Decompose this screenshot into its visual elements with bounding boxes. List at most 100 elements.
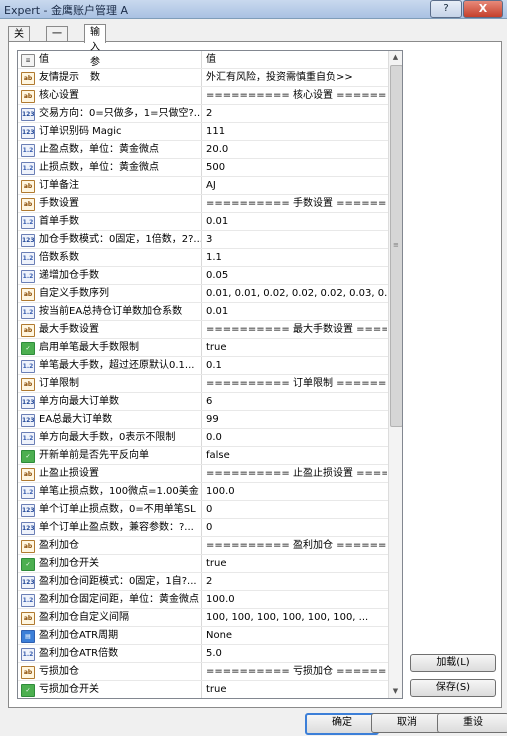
param-value[interactable]: 0.0 (206, 431, 222, 444)
param-value-cell[interactable]: ========== 最大手数设置 ========== (202, 321, 387, 338)
param-value[interactable]: AJ (206, 179, 216, 192)
param-value-cell[interactable]: ========== 亏损加仓 ========== (202, 663, 387, 680)
param-row[interactable]: 123 单个订单止盈点数，兼容参数：?... 0 (18, 519, 388, 537)
param-row[interactable]: ab 订单备注 AJ (18, 177, 388, 195)
param-value[interactable]: 0.01 (206, 305, 228, 318)
param-value[interactable]: 100, 100, 100, 100, 100, 100, ... (206, 611, 368, 624)
param-row[interactable]: ab 核心设置 ========== 核心设置 ========== (18, 87, 388, 105)
param-value-cell[interactable]: 1.1 (202, 249, 387, 266)
param-value[interactable]: 500 (206, 161, 225, 174)
param-value[interactable]: 0.05 (206, 269, 228, 282)
param-value-cell[interactable]: 111 (202, 123, 387, 140)
save-button[interactable]: 保存(S) (410, 679, 496, 697)
param-value[interactable]: ========== 亏损加仓 ========== (206, 665, 387, 678)
param-row[interactable]: ab 自定义手数序列 0.01, 0.01, 0.02, 0.02, 0.02, 0… (18, 285, 388, 303)
ok-button[interactable]: 确定 (305, 713, 379, 735)
param-value[interactable]: ========== 盈利加仓 ========== (206, 539, 387, 552)
param-value-cell[interactable]: 外汇有风险，投资需慎重自负>> (202, 69, 387, 86)
param-row[interactable]: 123 盈利加仓间距模式：0固定，1自?... 2 (18, 573, 388, 591)
param-value[interactable]: 0 (206, 503, 212, 516)
param-row[interactable]: 1.2 倍数系数 1.1 (18, 249, 388, 267)
param-value[interactable]: true (206, 683, 227, 696)
param-row[interactable]: 1.2 盈利加仓ATR倍数 5.0 (18, 645, 388, 663)
param-row[interactable]: 123 订单识别码 Magic 111 (18, 123, 388, 141)
param-value[interactable]: 111 (206, 125, 225, 138)
param-value-cell[interactable]: 3 (202, 231, 387, 248)
param-value-cell[interactable]: 100, 100, 100, 100, 100, 100, ... (202, 609, 387, 626)
param-value[interactable]: 0 (206, 521, 212, 534)
param-row[interactable]: 1.2 首单手数 0.01 (18, 213, 388, 231)
param-value[interactable]: ========== 止盈止损设置 ========== (206, 467, 387, 480)
param-value-cell[interactable]: 6 (202, 393, 387, 410)
param-value-cell[interactable]: 20.0 (202, 141, 387, 158)
param-value[interactable]: 100.0 (206, 593, 235, 606)
param-value-cell[interactable]: ========== 盈利加仓 ========== (202, 537, 387, 554)
param-value-cell[interactable]: None (202, 627, 387, 644)
param-value-cell[interactable]: 100.0 (202, 591, 387, 608)
param-value[interactable]: 2 (206, 107, 212, 120)
param-value[interactable]: ========== 手数设置 ========== (206, 197, 387, 210)
param-value-cell[interactable]: 0.01 (202, 303, 387, 320)
tab-input-params[interactable]: 输入参数 (84, 24, 106, 83)
param-value-cell[interactable]: 5.0 (202, 645, 387, 662)
param-row[interactable]: 123 交易方向：0=只做多，1=只做空?... 2 (18, 105, 388, 123)
param-row[interactable]: ab 友情提示 外汇有风险，投资需慎重自负>> (18, 69, 388, 87)
tab-about[interactable]: 关于 (8, 26, 30, 55)
scroll-down-icon[interactable]: ▼ (389, 685, 402, 698)
tab-general[interactable]: 一般 (46, 26, 68, 55)
scroll-thumb[interactable]: ≡ (390, 65, 402, 427)
param-value[interactable]: 3 (206, 233, 212, 246)
param-value-cell[interactable]: ========== 核心设置 ========== (202, 87, 387, 104)
param-value-cell[interactable]: 0.1 (202, 357, 387, 374)
param-value[interactable]: 5.0 (206, 647, 222, 660)
param-value-cell[interactable]: 2 (202, 105, 387, 122)
param-value[interactable]: 0.1 (206, 359, 222, 372)
param-value[interactable]: ========== 最大手数设置 ========== (206, 323, 387, 336)
param-row[interactable]: 123 EA总最大订单数 99 (18, 411, 388, 429)
param-value-cell[interactable]: true (202, 555, 387, 572)
param-row[interactable]: 1.2 止损点数，单位：黄金微点 500 (18, 159, 388, 177)
param-value-cell[interactable]: 500 (202, 159, 387, 176)
param-value[interactable]: 99 (206, 413, 219, 426)
param-row[interactable]: 123 单个订单止损点数，0=不用单笔SL 0 (18, 501, 388, 519)
param-row[interactable]: ✓ 亏损加仓开关 true (18, 681, 388, 698)
param-value-cell[interactable]: 2 (202, 573, 387, 590)
param-row[interactable]: 1.2 止盈点数，单位：黄金微点 20.0 (18, 141, 388, 159)
param-value[interactable]: 外汇有风险，投资需慎重自负>> (206, 71, 353, 84)
param-row[interactable]: ✓ 开新单前是否先平反向单 false (18, 447, 388, 465)
param-row[interactable]: ✓ 启用单笔最大手数限制 true (18, 339, 388, 357)
param-row[interactable]: ab 手数设置 ========== 手数设置 ========== (18, 195, 388, 213)
param-row[interactable]: 123 加仓手数模式：0固定，1倍数，2?... 3 (18, 231, 388, 249)
close-button[interactable]: X (463, 0, 503, 18)
param-row[interactable]: ab 盈利加仓 ========== 盈利加仓 ========== (18, 537, 388, 555)
param-value-cell[interactable]: ========== 止盈止损设置 ========== (202, 465, 387, 482)
param-row[interactable]: 1.2 单笔止损点数，100微点=1.00美金 100.0 (18, 483, 388, 501)
load-button[interactable]: 加载(L) (410, 654, 496, 672)
param-value-cell[interactable]: AJ (202, 177, 387, 194)
param-value-cell[interactable]: 99 (202, 411, 387, 428)
param-value-cell[interactable]: true (202, 681, 387, 698)
scroll-up-icon[interactable]: ▲ (389, 51, 402, 64)
param-row[interactable]: 123 单方向最大订单数 6 (18, 393, 388, 411)
param-row[interactable]: ab 盈利加仓自定义间隔 100, 100, 100, 100, 100, 100,… (18, 609, 388, 627)
params-grid[interactable]: ≡ 值 值 ab 友情提示 外汇有风险，投资需慎重自负>> ab 核心设置 =======… (17, 50, 403, 699)
param-value-cell[interactable]: 0.05 (202, 267, 387, 284)
param-value-cell[interactable]: true (202, 339, 387, 356)
param-value[interactable]: true (206, 557, 227, 570)
param-row[interactable]: 1.2 盈利加仓固定间距，单位：黄金微点 100.0 (18, 591, 388, 609)
param-value-cell[interactable]: 0.0 (202, 429, 387, 446)
param-value[interactable]: 2 (206, 575, 212, 588)
param-row[interactable]: 1.2 单方向最大手数，0表示不限制 0.0 (18, 429, 388, 447)
param-value[interactable]: 6 (206, 395, 212, 408)
param-value[interactable]: 0.01, 0.01, 0.02, 0.02, 0.02, 0.03, 0... (206, 287, 387, 300)
param-row[interactable]: ab 止盈止损设置 ========== 止盈止损设置 ========== (18, 465, 388, 483)
param-value-cell[interactable]: ========== 订单限制 ========== (202, 375, 387, 392)
cancel-button[interactable]: 取消 (371, 713, 443, 733)
param-row[interactable]: ab 最大手数设置 ========== 最大手数设置 ========== (18, 321, 388, 339)
param-value[interactable]: false (206, 449, 230, 462)
reset-button[interactable]: 重设 (437, 713, 507, 733)
param-row[interactable]: ab 订单限制 ========== 订单限制 ========== (18, 375, 388, 393)
param-value-cell[interactable]: 0.01 (202, 213, 387, 230)
param-value-cell[interactable]: 0 (202, 519, 387, 536)
param-value-cell[interactable]: false (202, 447, 387, 464)
